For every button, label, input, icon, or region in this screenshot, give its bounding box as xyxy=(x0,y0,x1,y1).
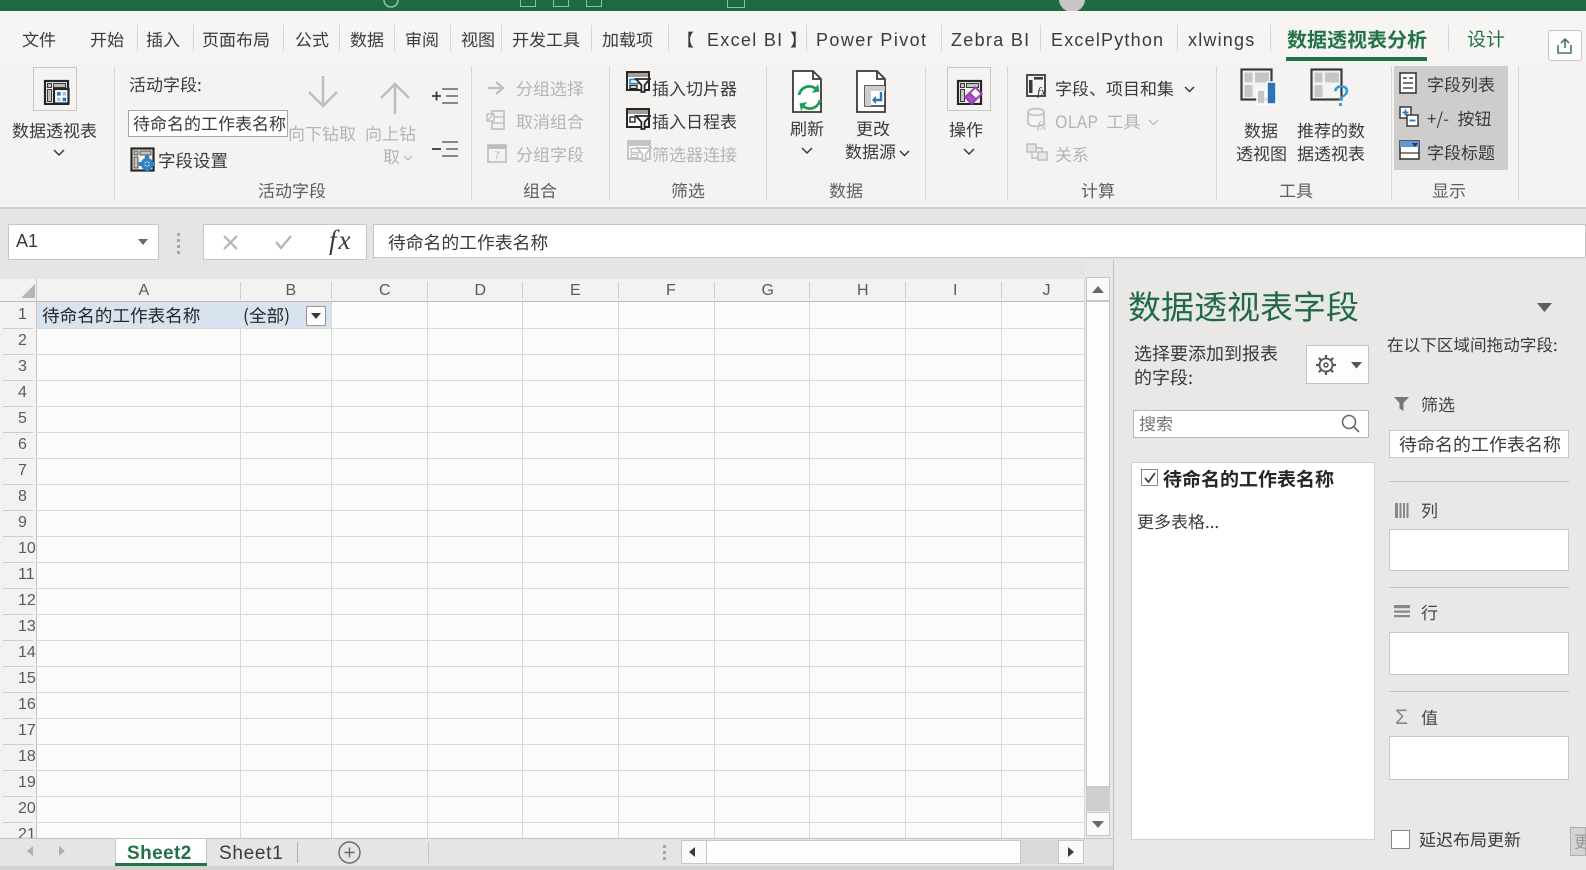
svg-text:fx: fx xyxy=(1037,118,1047,131)
svg-text:?: ? xyxy=(1333,80,1350,113)
svg-text:fx: fx xyxy=(1037,84,1047,98)
svg-text:7: 7 xyxy=(494,150,500,162)
